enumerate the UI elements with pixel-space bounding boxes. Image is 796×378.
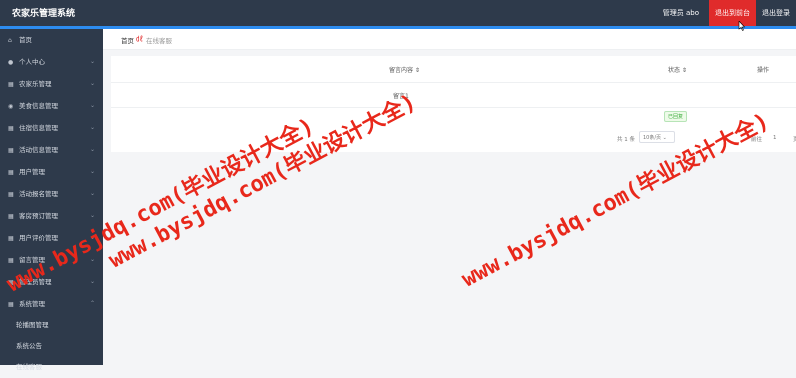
sidebar-item-users[interactable]: ▦ 用户管理 ⌄ [0, 161, 103, 183]
page-size-value: 10条/页 [643, 135, 662, 141]
sidebar-item-label: 用户评价管理 [19, 234, 58, 242]
sidebar-item-reviews[interactable]: ▦ 用户评价管理 ⌄ [0, 227, 103, 249]
grid-icon: ▦ [8, 257, 14, 264]
chevron-up-icon: ⌃ [89, 300, 95, 307]
front-button[interactable]: 退出到前台 [709, 0, 756, 26]
chevron-down-icon: ⌄ [89, 234, 95, 241]
sidebar-item-label: 用户管理 [19, 168, 45, 176]
chevron-down-icon: ⌄ [89, 168, 95, 175]
sidebar-item-food[interactable]: ◉ 美食信息管理 ⌄ [0, 95, 103, 117]
sidebar-item-farmhouse[interactable]: ▦ 农家乐管理 ⌄ [0, 73, 103, 95]
table-row: 留言1 [111, 83, 796, 108]
chevron-down-icon: ⌄ [89, 278, 95, 285]
sidebar-item-label: 首页 [19, 36, 32, 44]
mouse-cursor-icon [738, 21, 746, 31]
sidebar-item-label: 客房预订管理 [19, 212, 58, 220]
admin-label: 管理员 abo [662, 9, 699, 17]
sidebar-item-system[interactable]: ▦ 系统管理 ⌃ [0, 293, 103, 315]
chevron-down-icon: ⌄ [89, 58, 95, 65]
sidebar-item-booking[interactable]: ▦ 客房预订管理 ⌄ [0, 205, 103, 227]
grid-icon: ▦ [8, 213, 14, 220]
grid-icon: ▦ [8, 191, 14, 198]
grid-icon: ▦ [8, 235, 14, 242]
grid-icon: ▦ [8, 169, 14, 176]
sidebar-item-label: 管理员管理 [19, 278, 52, 286]
grid-icon: ▦ [8, 125, 14, 132]
chevron-down-icon: ⌄ [89, 212, 95, 219]
sidebar-subitem-notice[interactable]: 系统公告 [0, 336, 103, 357]
top-bar: 农家乐管理系统 管理员 abo 退出到前台 退出登录 [0, 0, 796, 26]
sidebar-subitem-carousel[interactable]: 轮播图管理 [0, 315, 103, 336]
sidebar: ⌂ 首页 ● 个人中心 ⌄ ▦ 农家乐管理 ⌄ ◉ 美食信息管理 ⌄ ▦ 住宿信息管理 ⌄ ▦ 活动… [0, 29, 103, 371]
pager-goto: 前往 [751, 137, 763, 143]
chevron-down-icon: ⌄ [89, 256, 95, 263]
row-content: 留言1 [393, 93, 409, 100]
grid-icon: ▦ [8, 279, 14, 286]
sidebar-item-messages[interactable]: ▦ 留言管理 ⌄ [0, 249, 103, 271]
sidebar-item-activity[interactable]: ▦ 活动信息管理 ⌄ [0, 139, 103, 161]
column-header-label: 状态 [668, 67, 681, 74]
status-badge: 已回复 [664, 111, 688, 122]
location-icon: ◉ [8, 103, 14, 110]
sidebar-item-label: 活动报名管理 [19, 190, 58, 198]
sidebar-item-label: 住宿信息管理 [19, 124, 58, 132]
sidebar-item-lodging[interactable]: ▦ 住宿信息管理 ⌄ [0, 117, 103, 139]
sidebar-item-admins[interactable]: ▦ 管理员管理 ⌄ [0, 271, 103, 293]
table-header: 留言内容 ⇕ 状态 ⇕ 操作 [111, 56, 796, 83]
sidebar-item-home[interactable]: ⌂ 首页 [0, 29, 103, 51]
breadcrumb-current: 在线客服 [146, 37, 172, 45]
column-header-status[interactable]: 状态 ⇕ [668, 65, 687, 74]
chevron-down-icon: ⌄ [89, 124, 95, 131]
sidebar-item-label: 农家乐管理 [19, 80, 52, 88]
chevron-down-icon: ⌄ [89, 190, 95, 197]
grid-icon: ▦ [8, 81, 14, 88]
home-icon: ⌂ [8, 37, 12, 44]
pager-page-input[interactable]: 1 [773, 135, 777, 141]
chevron-down-icon: ⌄ [89, 80, 95, 87]
column-header-label: 留言内容 [389, 67, 414, 74]
sidebar-item-label: 系统管理 [19, 300, 45, 308]
column-header-actions: 操作 [757, 67, 770, 74]
sidebar-item-profile[interactable]: ● 个人中心 ⌄ [0, 51, 103, 73]
app-title: 农家乐管理系统 [12, 9, 76, 19]
breadcrumb-separator-icon: ㎗ [136, 35, 143, 43]
header-actions: 管理员 abo 退出到前台 退出登录 [663, 0, 796, 26]
logout-button[interactable]: 退出登录 [756, 0, 796, 26]
column-header-content[interactable]: 留言内容 ⇕ [389, 65, 420, 74]
sidebar-item-signup[interactable]: ▦ 活动报名管理 ⌄ [0, 183, 103, 205]
sidebar-item-label: 留言管理 [19, 256, 45, 264]
chevron-down-icon: ⌄ [89, 146, 95, 153]
sidebar-item-label: 美食信息管理 [19, 102, 58, 110]
breadcrumb-home[interactable]: 首页 [121, 35, 134, 45]
user-icon: ● [8, 59, 14, 66]
page-size-select[interactable]: 10条/页 ⌄ [639, 131, 675, 143]
main-content: 首页 ㎗ 在线客服 留言内容 ⇕ 状态 ⇕ 操作 留言1 已回复 共 1 条 1… [103, 29, 796, 365]
sidebar-item-label: 个人中心 [19, 58, 45, 66]
sidebar-item-label: 活动信息管理 [19, 146, 58, 154]
chevron-down-icon: ⌄ [89, 102, 95, 109]
table-panel: 留言内容 ⇕ 状态 ⇕ 操作 留言1 已回复 共 1 条 10条/页 ⌄ 前往 … [111, 56, 796, 152]
breadcrumb: 首页 ㎗ 在线客服 [103, 29, 796, 50]
grid-icon: ▦ [8, 301, 14, 308]
sidebar-subitem-online-service[interactable]: 在线客服 [0, 357, 103, 378]
pager-total: 共 1 条 [617, 137, 635, 143]
grid-icon: ▦ [8, 147, 14, 154]
